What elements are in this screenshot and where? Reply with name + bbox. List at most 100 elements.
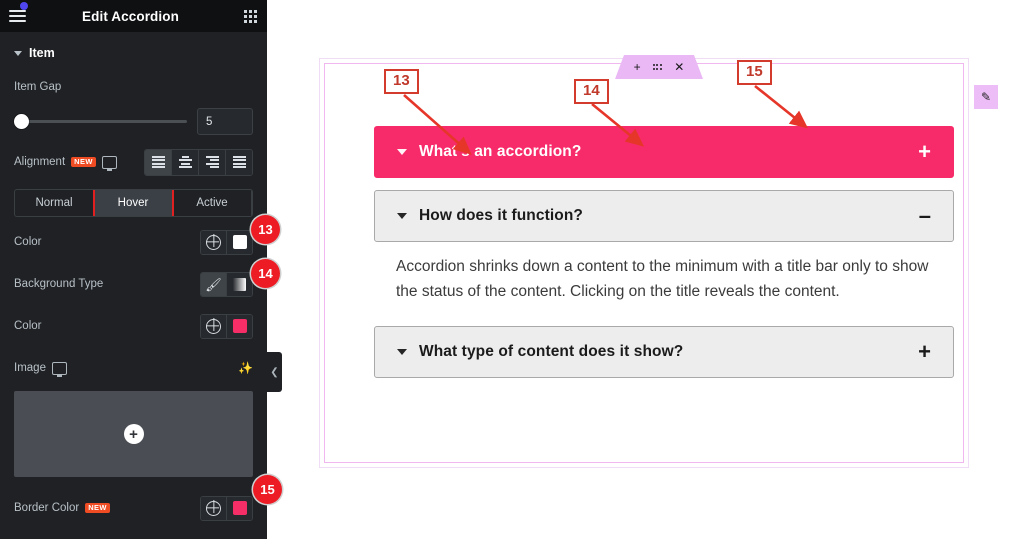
plus-icon[interactable]: + [634,61,641,73]
grid-cell [243,14,247,18]
close-icon[interactable]: ✕ [674,61,684,73]
border-color-label: Border Color [14,502,80,514]
background-color-row: Color [0,309,267,343]
callout-box-13: 13 [384,69,419,94]
accordion-item: How does it function? – Accordion shrink… [374,190,954,312]
align-right-button[interactable] [199,149,226,175]
grid-cell [243,9,247,13]
editor-sidebar: Edit Accordion Item Item Gap 5 Alignment… [0,0,267,539]
drag-handle-icon[interactable] [652,64,663,70]
text-color-label: Color [14,236,42,248]
monitor-icon[interactable] [51,361,67,377]
text-color-control [200,229,253,255]
border-color-control [200,495,253,521]
image-row: Image ✨ [0,351,267,385]
monitor-icon[interactable] [101,155,117,171]
callout-box-15: 15 [737,60,772,85]
grid-cell [248,9,252,13]
slider-track [14,120,187,123]
section-item-label: Item [29,46,55,60]
pencil-edit-icon[interactable]: ✎ [974,85,998,109]
border-color-row: Border Color NEW [0,491,267,525]
chevron-left-icon: ❮ [270,366,279,378]
section-item-header[interactable]: Item [0,32,267,70]
step-badge-14: 14 [251,259,280,288]
grid-cell [243,19,247,23]
hamburger-bar [8,10,26,12]
text-color-row: Color [0,225,267,259]
accordion-body-2: Accordion shrinks down a content to the … [396,258,929,301]
step-badge-15: 15 [253,475,282,504]
app-root: Edit Accordion Item Item Gap 5 Alignment… [0,0,1024,539]
tab-active[interactable]: Active [173,190,252,216]
page-title: Edit Accordion [82,8,179,24]
accordion-title-2: How does it function? [419,207,583,224]
sparkle-ai-icon[interactable]: ✨ [238,362,253,374]
item-gap-input[interactable]: 5 [197,108,253,135]
accordion-title-3: What type of content does it show? [419,343,684,361]
slider-knob[interactable] [14,114,29,129]
tab-normal[interactable]: Normal [15,190,94,216]
globe-icon[interactable] [201,314,227,338]
gradient-icon [233,277,246,291]
notification-dot [20,2,28,10]
accordion-widget: What's an accordion? + How does it funct… [374,126,954,390]
align-right-icon [205,156,219,168]
align-left-button[interactable] [145,149,172,175]
alignment-options [144,148,253,176]
accordion-toggle-sign-2: – [918,203,931,228]
grid-cell [253,19,257,23]
caret-down-icon [397,349,407,356]
border-color-swatch[interactable] [227,496,252,520]
gradient-button[interactable] [227,272,252,296]
background-type-row: Background Type 🖌 [0,267,267,301]
widget-toolbar: + ✕ [615,55,703,79]
caret-down-icon [397,149,407,155]
accordion-title-1: What's an accordion? [419,143,582,160]
hamburger-bar [8,15,26,17]
tab-hover[interactable]: Hover [94,190,173,216]
hamburger-icon[interactable] [0,0,34,32]
background-color-label: Color [14,320,42,332]
grid-cell [253,9,257,13]
accordion-item: What type of content does it show? + [374,326,954,379]
classic-brush-button[interactable]: 🖌 [201,272,227,296]
text-color-swatch[interactable] [227,230,252,254]
align-center-button[interactable] [172,149,199,175]
grid-cell [248,14,252,18]
align-left-icon [151,156,165,168]
state-tabs: Normal Hover Active [14,189,253,217]
callout-box-14: 14 [574,79,609,104]
background-type-label: Background Type [14,278,104,290]
align-justify-button[interactable] [226,149,252,175]
accordion-header-3[interactable]: What type of content does it show? + [374,326,954,379]
accordion-header-1[interactable]: What's an accordion? + [374,126,954,178]
panel-header: Edit Accordion [0,0,267,32]
brush-icon: 🖌 [205,276,222,292]
step-badge-13: 13 [251,215,280,244]
hamburger-bar [8,20,26,22]
grid-cell [248,19,252,23]
image-dropzone[interactable]: + [14,391,253,477]
caret-down-icon [14,50,22,56]
sidebar-collapse-button[interactable]: ❮ [267,352,282,392]
background-type-control: 🖌 [200,271,253,297]
image-label: Image [14,362,46,374]
accordion-header-2[interactable]: How does it function? – [374,190,954,242]
grid-apps-icon[interactable] [233,0,267,32]
background-color-swatch[interactable] [227,314,252,338]
accordion-item: What's an accordion? + [374,126,954,178]
caret-down-icon [397,213,407,219]
globe-icon[interactable] [201,230,227,254]
alignment-row: Alignment NEW [0,145,267,179]
align-center-icon [178,156,192,168]
new-badge: NEW [71,156,96,168]
item-gap-row: Item Gap [0,70,267,104]
globe-icon[interactable] [201,496,227,520]
item-gap-slider[interactable] [14,114,187,129]
plus-icon: + [123,424,144,444]
item-gap-label: Item Gap [14,81,62,93]
align-justify-icon [232,156,246,168]
accordion-toggle-sign-3: + [918,339,931,365]
item-gap-control: 5 [0,104,267,145]
